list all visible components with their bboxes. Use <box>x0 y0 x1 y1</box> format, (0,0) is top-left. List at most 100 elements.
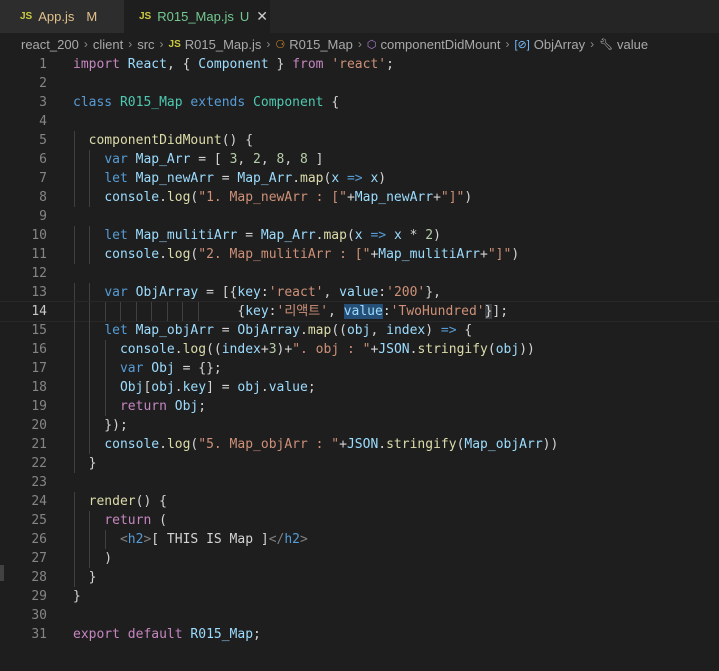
line-number: 13 <box>31 285 47 300</box>
code-line[interactable]: 27 ) <box>0 549 719 568</box>
code-line[interactable]: 28 } <box>0 568 719 587</box>
line-number: 22 <box>31 456 47 471</box>
code-text: } <box>73 570 97 585</box>
code-line[interactable]: 16 console.log((index+3)+". obj : "+JSON… <box>0 340 719 359</box>
line-number: 8 <box>39 190 47 205</box>
method-icon: ⬡ <box>366 38 377 51</box>
chevron-right-icon: › <box>357 37 362 51</box>
code-line[interactable]: 24 render() { <box>0 492 719 511</box>
code-text: let Map_mulitiArr = Map_Arr.map(x => x *… <box>104 228 441 243</box>
code-line[interactable]: 22 } <box>0 454 719 473</box>
breadcrumb-item[interactable]: ObjArray <box>534 37 585 52</box>
code-line[interactable]: 25 return ( <box>0 511 719 530</box>
code-line[interactable]: 18 Obj[obj.key] = obj.value; <box>0 378 719 397</box>
breadcrumb-item[interactable]: src <box>137 37 154 52</box>
code-line[interactable]: 19 return Obj; <box>0 397 719 416</box>
code-line[interactable]: 12 <box>0 264 719 283</box>
line-number: 21 <box>31 437 47 452</box>
line-number: 20 <box>31 418 47 433</box>
code-text: return ( <box>104 513 167 528</box>
line-number: 24 <box>31 494 47 509</box>
wrench-icon: 🔧︎ <box>599 38 614 51</box>
code-text: console.log("5. Map_objArr : "+JSON.stri… <box>104 437 559 452</box>
line-number: 15 <box>31 323 47 338</box>
line-number: 16 <box>31 342 47 357</box>
breadcrumb-item[interactable]: client <box>93 37 123 52</box>
code-text: } <box>73 589 81 604</box>
js-file-icon: JS <box>168 38 181 50</box>
code-text: class R015_Map extends Component { <box>73 95 340 110</box>
untracked-badge: U <box>239 9 250 24</box>
code-text: } <box>73 456 97 471</box>
code-text: }); <box>73 418 128 433</box>
code-line[interactable]: 10 let Map_mulitiArr = Map_Arr.map(x => … <box>0 226 719 245</box>
code-text: Obj[obj.key] = obj.value; <box>119 380 316 395</box>
line-number: 31 <box>31 627 47 642</box>
code-text: return Obj; <box>119 399 207 414</box>
code-text: var Map_Arr = [ 3, 2, 8, 8 ] <box>104 152 324 167</box>
code-line[interactable]: 15 let Map_objArr = ObjArray.map((obj, i… <box>0 321 719 340</box>
breadcrumb-item[interactable]: R015_Map.js <box>185 37 262 52</box>
code-line[interactable]: 6 var Map_Arr = [ 3, 2, 8, 8 ] <box>0 150 719 169</box>
code-line[interactable]: 14 {key:'리액트', value:'TwoHundred'}]; <box>0 301 719 322</box>
code-line[interactable]: 2 <box>0 74 719 93</box>
code-line[interactable]: 30 <box>0 606 719 625</box>
code-line[interactable]: 5 componentDidMount() { <box>0 131 719 150</box>
chevron-right-icon: › <box>83 37 88 51</box>
code-line[interactable]: 9 <box>0 207 719 226</box>
line-number: 30 <box>31 608 47 623</box>
code-line[interactable]: 26 <h2>[ THIS IS Map ]</h2> <box>0 530 719 549</box>
tab-app-js[interactable]: JS App.js M <box>0 0 124 33</box>
code-text: let Map_objArr = ObjArray.map((obj, inde… <box>104 323 473 338</box>
code-text: console.log((index+3)+". obj : "+JSON.st… <box>119 342 535 357</box>
scrollbar-thumb[interactable] <box>0 565 4 581</box>
tab-r015-map-js[interactable]: JS R015_Map.js U ✕ <box>124 0 270 33</box>
code-line[interactable]: 20 }); <box>0 416 719 435</box>
close-icon[interactable]: ✕ <box>256 8 268 25</box>
chevron-right-icon: › <box>266 37 271 51</box>
code-text: var Obj = {}; <box>119 361 222 376</box>
code-text: import React, { Component } from 'react'… <box>73 57 394 72</box>
code-editor[interactable]: 1 import React, { Component } from 'react… <box>0 55 719 644</box>
code-line[interactable]: 17 var Obj = {}; <box>0 359 719 378</box>
code-text: export default R015_Map; <box>73 627 261 642</box>
code-line[interactable]: 4 <box>0 112 719 131</box>
code-line[interactable]: 21 console.log("5. Map_objArr : "+JSON.s… <box>0 435 719 454</box>
code-line[interactable]: 31 export default R015_Map; <box>0 625 719 644</box>
line-number: 29 <box>31 589 47 604</box>
code-text: render() { <box>88 494 167 509</box>
tab-label: App.js <box>38 9 75 24</box>
breadcrumb-item[interactable]: R015_Map <box>289 37 353 52</box>
breadcrumb: react_200 › client › src › JS R015_Map.j… <box>0 33 719 55</box>
code-line[interactable]: 3 class R015_Map extends Component { <box>0 93 719 112</box>
line-number: 2 <box>39 76 47 91</box>
breadcrumb-item[interactable]: react_200 <box>21 37 79 52</box>
breadcrumb-item[interactable]: componentDidMount <box>380 37 500 52</box>
code-text: componentDidMount() { <box>88 133 254 148</box>
code-line[interactable]: 13 var ObjArray = [{key:'react', value:'… <box>0 283 719 302</box>
line-number: 27 <box>31 551 47 566</box>
chevron-right-icon: › <box>505 37 510 51</box>
class-icon: ⚆ <box>275 38 286 51</box>
chevron-right-icon: › <box>159 37 164 51</box>
code-line[interactable]: 8 console.log("1. Map_newArr : ["+Map_ne… <box>0 188 719 207</box>
code-line[interactable]: 23 <box>0 473 719 492</box>
line-number: 25 <box>31 513 47 528</box>
line-number: 26 <box>31 532 47 547</box>
line-number: 23 <box>31 475 47 490</box>
breadcrumb-item[interactable]: value <box>617 37 648 52</box>
variable-icon: [⊘] <box>514 38 530 51</box>
code-text: console.log("2. Map_mulitiArr : ["+Map_m… <box>104 247 520 262</box>
code-line[interactable]: 29} <box>0 587 719 606</box>
code-text: let Map_newArr = Map_Arr.map(x => x) <box>104 171 387 186</box>
line-number: 18 <box>31 380 47 395</box>
code-text: var ObjArray = [{key:'react', value:'200… <box>104 285 441 300</box>
line-number: 28 <box>31 570 47 585</box>
code-line[interactable]: 1 import React, { Component } from 'react… <box>0 55 719 74</box>
tab-label: R015_Map.js <box>157 9 234 24</box>
code-line[interactable]: 7 let Map_newArr = Map_Arr.map(x => x) <box>0 169 719 188</box>
line-number: 10 <box>31 228 47 243</box>
code-line[interactable]: 11 console.log("2. Map_mulitiArr : ["+Ma… <box>0 245 719 264</box>
line-number: 5 <box>39 133 47 148</box>
line-number: 19 <box>31 399 47 414</box>
